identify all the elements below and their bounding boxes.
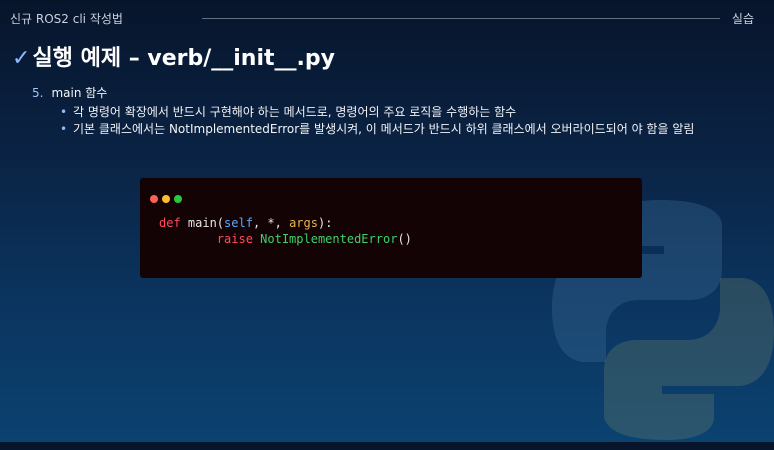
header-divider <box>202 18 720 19</box>
item-heading: main 함수 <box>51 86 108 100</box>
check-icon: ✓ <box>12 46 31 71</box>
content-section: 5. main 함수 각 명령어 확장에서 반드시 구현해야 하는 메서드로, 명… <box>32 84 752 138</box>
code-call-parens: () <box>397 232 412 246</box>
bullet-item: 각 명령어 확장에서 반드시 구현해야 하는 메서드로, 명령어의 주요 로직을… <box>60 104 752 120</box>
minimize-dot-icon <box>162 195 170 203</box>
slide-title-text: 실행 예제 – verb/__init__.py <box>32 46 335 71</box>
code-block: def main(self, *, args): raise NotImplem… <box>159 215 412 247</box>
slide-title: ✓실행 예제 – verb/__init__.py <box>12 40 335 72</box>
code-keyword-raise: raise <box>216 232 253 246</box>
code-fn-name: main( <box>180 216 225 230</box>
bullet-list: 각 명령어 확장에서 반드시 구현해야 하는 메서드로, 명령어의 주요 로직을… <box>32 104 752 137</box>
close-dot-icon <box>150 195 158 203</box>
code-window: def main(self, *, args): raise NotImplem… <box>140 178 642 278</box>
bullet-item: 기본 클래스에서는 NotImplementedError를 발생시켜, 이 메… <box>60 121 752 137</box>
code-keyword-def: def <box>159 216 181 230</box>
maximize-dot-icon <box>174 195 182 203</box>
code-line-1: def main(self, *, args): <box>159 215 412 231</box>
window-controls <box>150 188 186 207</box>
code-line-end: ): <box>317 216 333 230</box>
top-bar: 신규 ROS2 cli 작성법 실습 <box>0 0 774 38</box>
code-line-2: raise NotImplementedError() <box>159 231 412 247</box>
code-self: self <box>224 216 253 230</box>
course-title: 신규 ROS2 cli 작성법 <box>10 12 123 26</box>
section-label: 실습 <box>731 12 754 26</box>
code-exception-class: NotImplementedError <box>260 232 398 246</box>
code-args: args <box>289 216 318 230</box>
code-args-sep: , *, <box>252 216 290 230</box>
numbered-item: 5. main 함수 <box>32 84 752 101</box>
item-number: 5. <box>32 86 44 100</box>
